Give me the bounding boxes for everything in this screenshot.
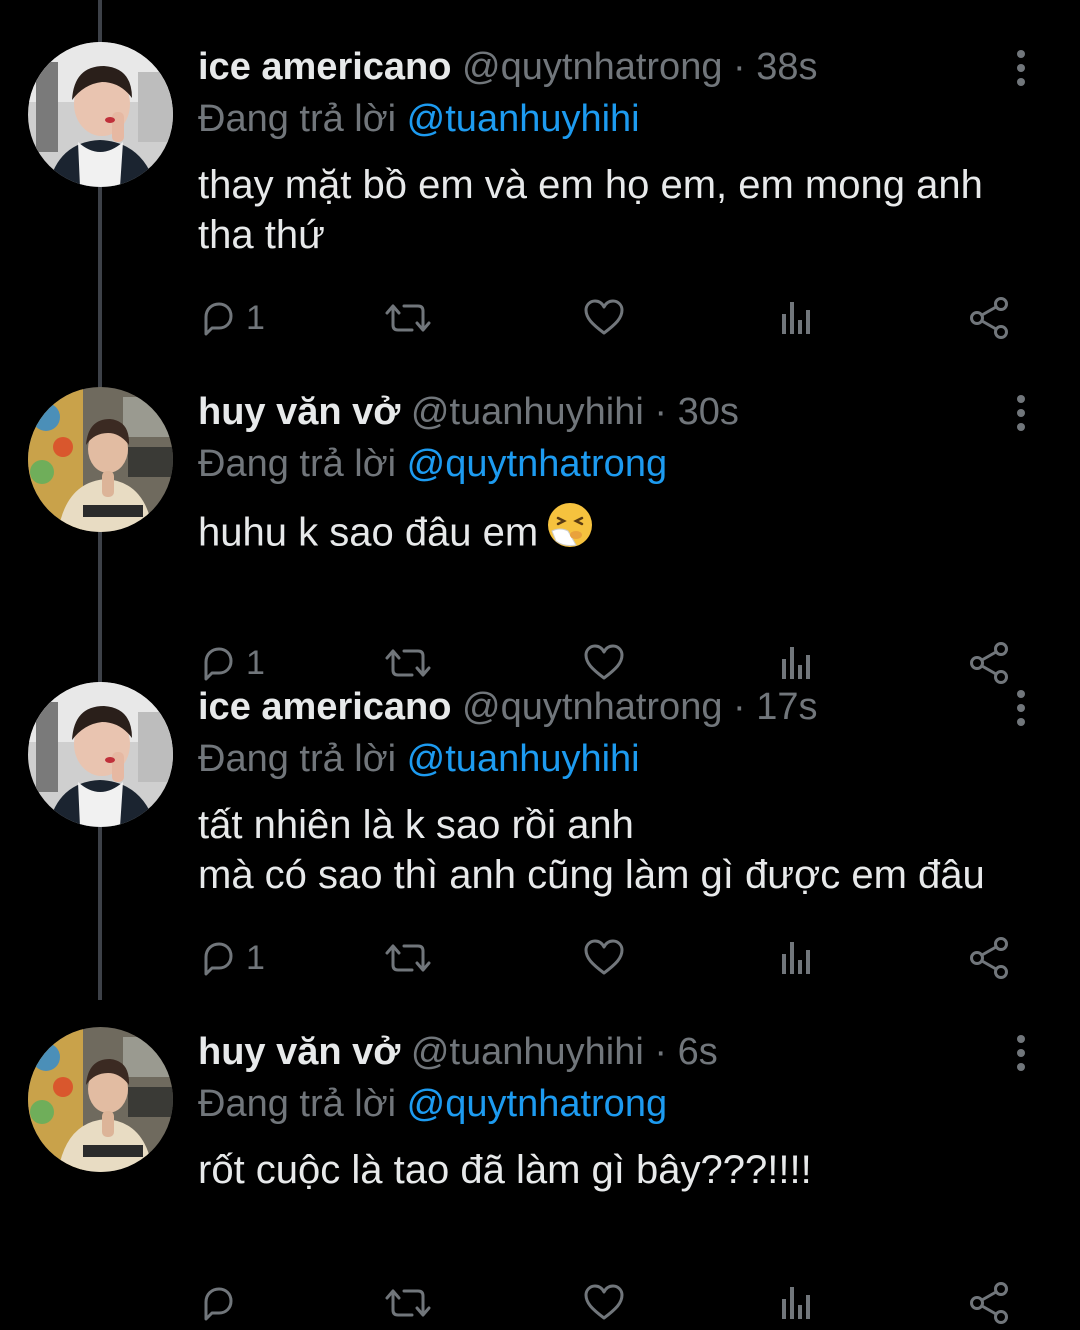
share-button[interactable] — [968, 932, 1012, 984]
tweet-text-line: tất nhiên là k sao rồi anh — [198, 803, 634, 847]
separator-dot: · — [733, 686, 746, 728]
display-name[interactable]: ice americano — [198, 686, 451, 728]
retweet-button[interactable] — [384, 932, 432, 984]
share-button[interactable] — [968, 292, 1012, 344]
tweet-text-line: rốt cuộc là tao đã làm gì bây???!!!! — [198, 1148, 812, 1192]
replying-to-handle[interactable]: @quytnhatrong — [407, 443, 667, 485]
tweet-reply[interactable]: huy văn vở @tuanhuyhihi · 30s Đang trả lờ… — [0, 345, 1080, 690]
user-handle[interactable]: @tuanhuyhihi — [411, 391, 644, 433]
tweet-text-line: huhu k sao đâu em — [198, 503, 1058, 565]
replying-to: Đang trả lời @tuanhuyhihi — [198, 736, 640, 782]
reply-button[interactable]: 1 — [198, 292, 265, 344]
retweet-button[interactable] — [384, 1277, 432, 1329]
user-handle[interactable]: @tuanhuyhihi — [411, 1031, 644, 1073]
more-vertical-icon[interactable] — [1008, 393, 1034, 433]
retweet-icon — [384, 1283, 432, 1323]
analytics-icon — [776, 1283, 816, 1323]
tweet-text-line: mà có sao thì anh cũng làm gì được em đâ… — [198, 853, 985, 897]
like-button[interactable] — [582, 1277, 626, 1329]
display-name[interactable]: huy văn vở — [198, 391, 400, 433]
reply-count: 1 — [246, 298, 265, 337]
like-button[interactable] — [582, 292, 626, 344]
tweet-text-line: thay mặt bồ em và em họ em, em mong anh — [198, 163, 983, 207]
replying-to-label: Đang trả lời — [198, 1083, 397, 1125]
reply-button[interactable]: 1 — [198, 932, 265, 984]
tweet-actions: 1 — [198, 292, 1028, 344]
tweet-text: huhu k sao đâu em — [198, 503, 1058, 565]
tweet-text-line: tha thứ — [198, 213, 325, 257]
more-vertical-icon[interactable] — [1008, 48, 1034, 88]
more-vertical-icon[interactable] — [1008, 1033, 1034, 1073]
reply-icon — [198, 938, 238, 978]
replying-to-label: Đang trả lời — [198, 443, 397, 485]
display-name[interactable]: ice americano — [198, 46, 451, 88]
reply-icon — [198, 298, 238, 338]
separator-dot: · — [654, 391, 668, 433]
display-name[interactable]: huy văn vở — [198, 1031, 400, 1073]
avatar[interactable] — [28, 387, 173, 532]
analytics-icon — [776, 938, 816, 978]
timestamp[interactable]: 30s — [678, 391, 739, 433]
heart-icon — [582, 298, 626, 338]
tweet-text: thay mặt bồ em và em họ em, em mong anh t… — [198, 160, 1058, 260]
replying-to-handle[interactable]: @quytnhatrong — [407, 1083, 667, 1125]
tweet-header: huy văn vở @tuanhuyhihi · 30s — [198, 389, 739, 435]
tweet-reply[interactable]: ice americano @quytnhatrong · 38s Đang tr… — [0, 0, 1080, 345]
share-icon — [968, 296, 1012, 340]
timestamp[interactable]: 6s — [678, 1031, 718, 1073]
tweet-header: ice americano @quytnhatrong · 38s — [198, 44, 818, 90]
heart-icon — [582, 1283, 626, 1323]
timestamp[interactable]: 17s — [756, 686, 817, 728]
user-handle[interactable]: @quytnhatrong — [462, 46, 722, 88]
avatar[interactable] — [28, 42, 173, 187]
separator-dot: · — [733, 46, 746, 88]
retweet-button[interactable] — [384, 292, 432, 344]
more-vertical-icon[interactable] — [1008, 688, 1034, 728]
like-button[interactable] — [582, 932, 626, 984]
tweet-text: rốt cuộc là tao đã làm gì bây???!!!! — [198, 1145, 1058, 1195]
timestamp[interactable]: 38s — [756, 46, 817, 88]
tweet-reply[interactable]: ice americano @quytnhatrong · 17s Đang tr… — [0, 640, 1080, 985]
replying-to-label: Đang trả lời — [198, 738, 397, 780]
replying-to: Đang trả lời @quytnhatrong — [198, 441, 667, 487]
replying-to: Đang trả lời @tuanhuyhihi — [198, 96, 640, 142]
share-icon — [968, 1281, 1012, 1325]
replying-to: Đang trả lời @quytnhatrong — [198, 1081, 667, 1127]
analytics-button[interactable] — [776, 1277, 816, 1329]
avatar[interactable] — [28, 1027, 173, 1172]
analytics-button[interactable] — [776, 292, 816, 344]
tweet-reply[interactable]: huy văn vở @tuanhuyhihi · 6s Đang trả lời… — [0, 985, 1080, 1330]
retweet-icon — [384, 938, 432, 978]
tweet-text: tất nhiên là k sao rồi anh mà có sao thì … — [198, 800, 1058, 900]
reply-button[interactable] — [198, 1277, 246, 1329]
replying-to-handle[interactable]: @tuanhuyhihi — [407, 98, 640, 140]
tweet-header: ice americano @quytnhatrong · 17s — [198, 684, 818, 730]
replying-to-label: Đang trả lời — [198, 98, 397, 140]
share-icon — [968, 936, 1012, 980]
tweet-header: huy văn vở @tuanhuyhihi · 6s — [198, 1029, 718, 1075]
reply-icon — [198, 1283, 238, 1323]
separator-dot: · — [654, 1031, 668, 1073]
user-handle[interactable]: @quytnhatrong — [462, 686, 722, 728]
replying-to-handle[interactable]: @tuanhuyhihi — [407, 738, 640, 780]
tweet-actions — [198, 1277, 1028, 1329]
reply-count: 1 — [246, 938, 265, 977]
share-button[interactable] — [968, 1277, 1012, 1329]
sneezing-face-emoji — [546, 501, 594, 561]
tweet-actions: 1 — [198, 932, 1028, 984]
analytics-icon — [776, 298, 816, 338]
avatar[interactable] — [28, 682, 173, 827]
analytics-button[interactable] — [776, 932, 816, 984]
heart-icon — [582, 938, 626, 978]
retweet-icon — [384, 298, 432, 338]
